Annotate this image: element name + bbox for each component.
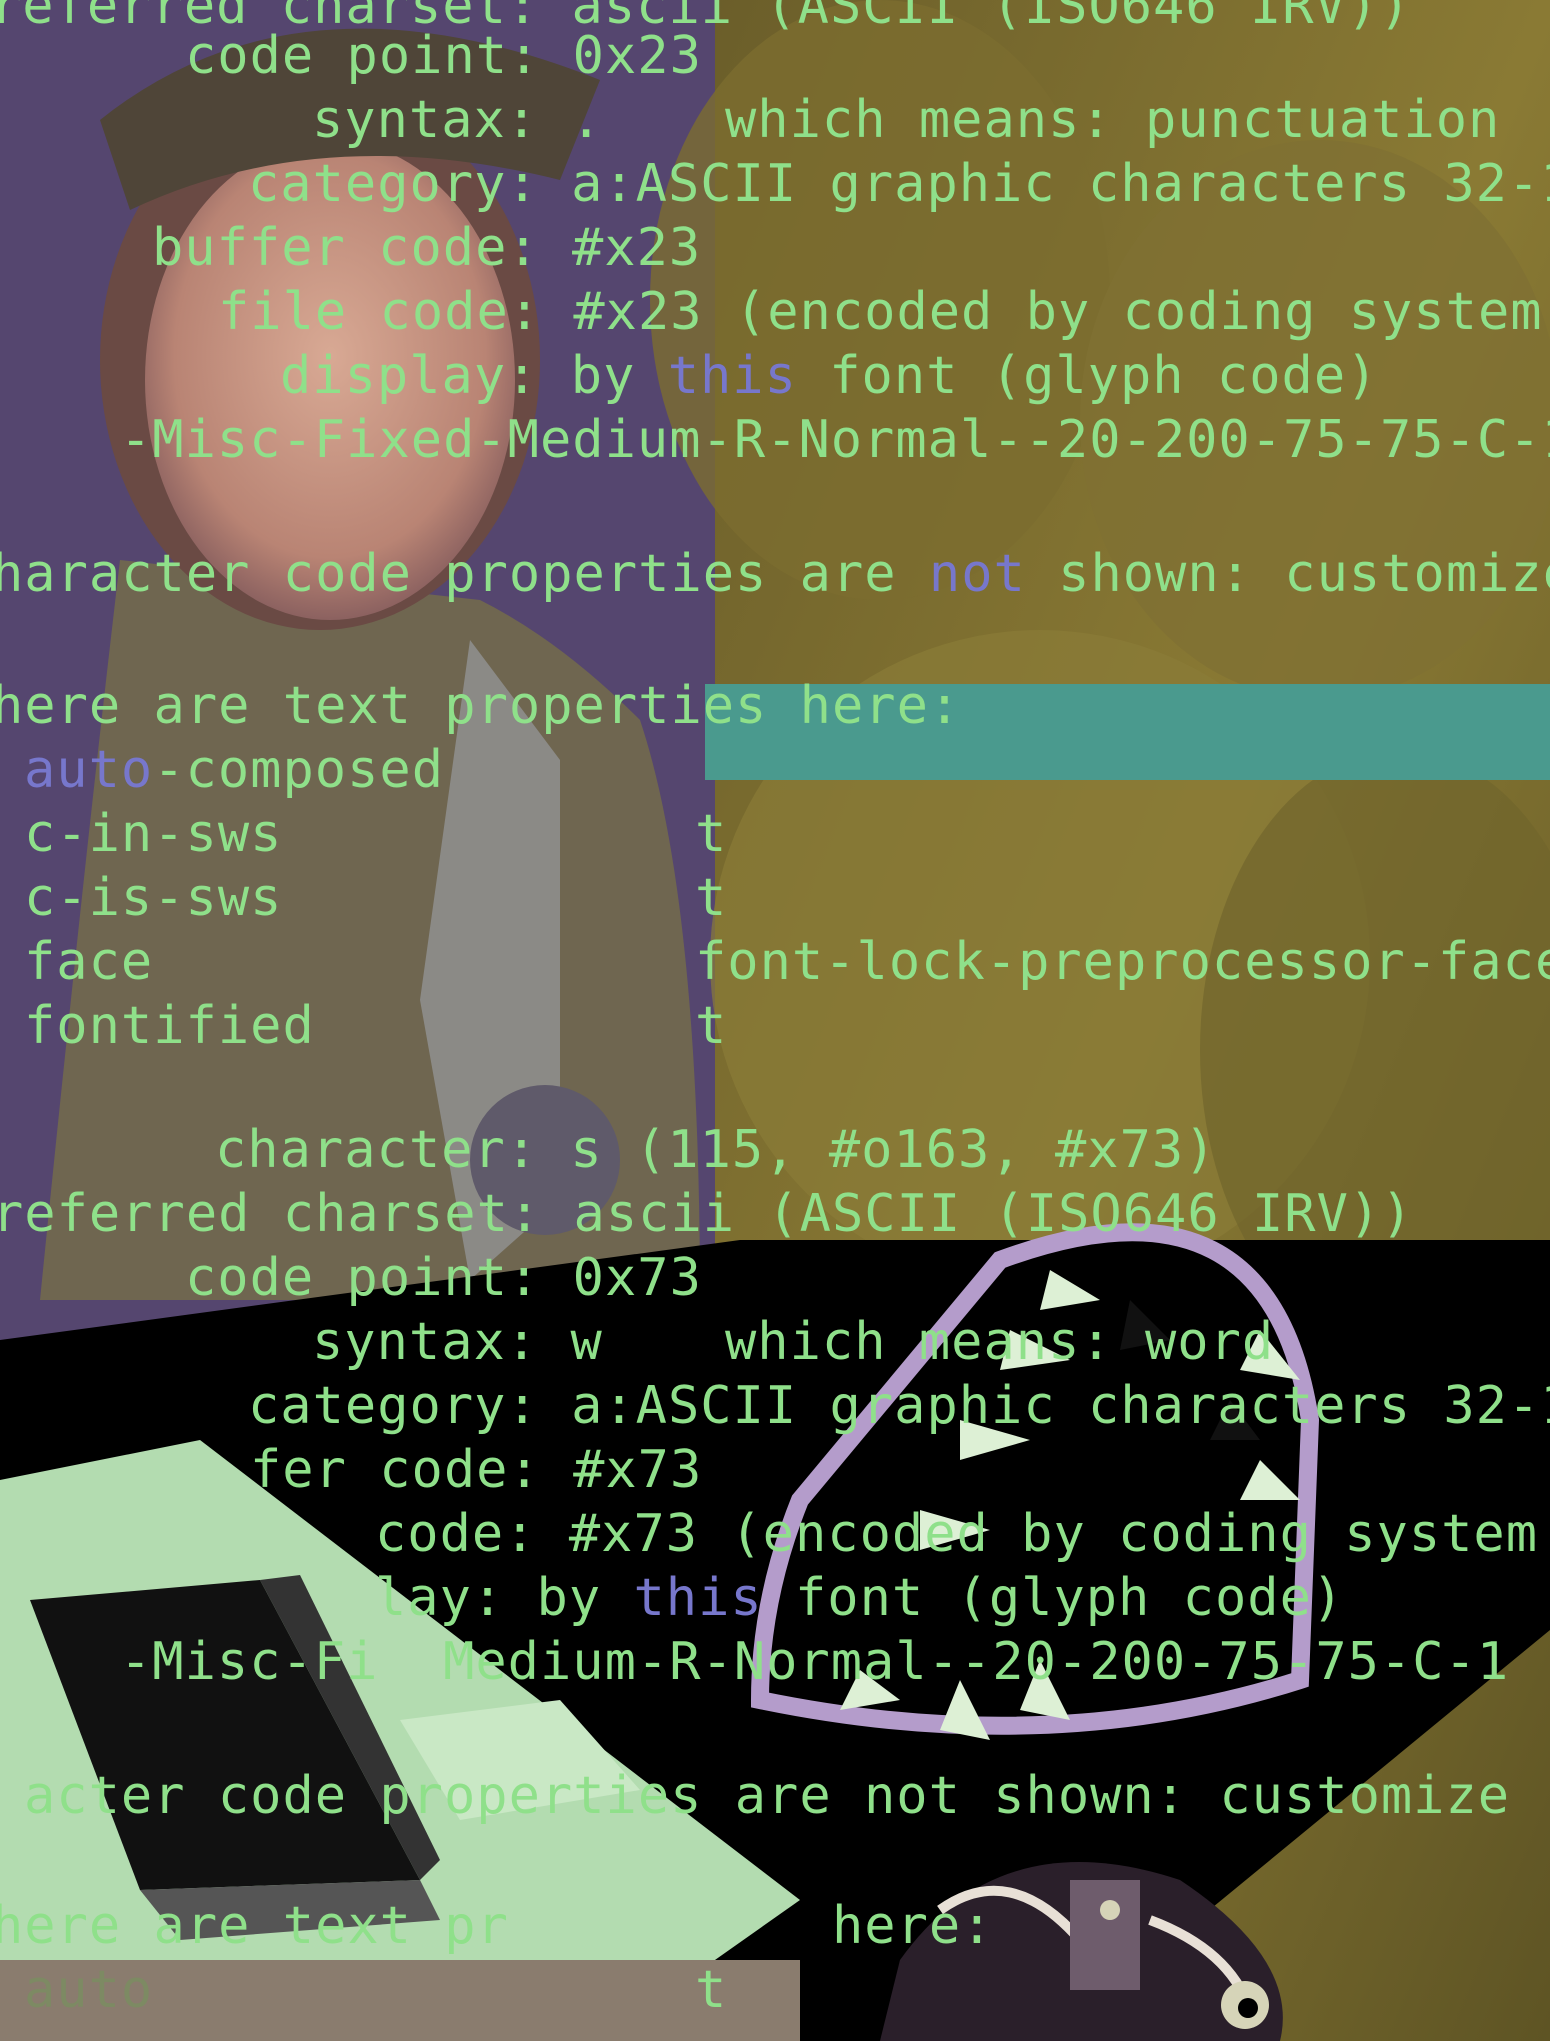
text-line: auto-composed: [24, 744, 444, 796]
text-line: syntax: w: [312, 1312, 603, 1372]
text-segment: font (glyph code): [796, 346, 1379, 406]
text-line: face: [24, 932, 154, 992]
text-line: character: s (115, #o163, #x73): [215, 1120, 1217, 1180]
text-line: haracter code properties are not shown: …: [0, 548, 1550, 600]
text-line: acter code properties are not shown: cus…: [24, 1766, 1511, 1826]
text-line: auto: [24, 1960, 154, 2020]
text-line: code point: 0x23: [185, 26, 702, 86]
text-segment: shown: customize: [1025, 544, 1550, 604]
text-line: -Misc-Fixed-Medium-R-Normal--20-200-75-7…: [120, 410, 1550, 470]
text-line: t: [695, 804, 728, 864]
text-line: buffer code: #x23: [152, 218, 702, 278]
highlight-word: auto: [24, 740, 154, 800]
text-line: referred charset: ascii (ASCII (ISO646 I…: [0, 1184, 1414, 1244]
text-line: t: [695, 868, 728, 928]
text-line: display: by this font (glyph code): [280, 350, 1378, 402]
text-line: which means: punctuation: [725, 90, 1501, 150]
text-line: category: a:ASCII graphic characters 32-…: [248, 154, 1550, 214]
text-line: font-lock-preprocessor-face: [695, 932, 1550, 992]
text-line: code: #x73 (encoded by coding system: [375, 1504, 1539, 1564]
text-line: file code: #x23 (encoded by coding syste…: [218, 282, 1543, 342]
text-line: fer code: #x73: [250, 1440, 703, 1500]
text-line: category: a:ASCII graphic characters 32-…: [248, 1376, 1550, 1436]
text-line: c-in-sws: [24, 804, 283, 864]
highlight-word: this: [633, 1568, 763, 1628]
terminal-text-overlay: referred charset: ascii (ASCII (ISO646 I…: [0, 0, 1550, 2041]
highlight-word: not: [928, 544, 1026, 604]
text-line: code point: 0x73: [185, 1248, 702, 1308]
text-line: t: [695, 1960, 728, 2020]
text-line: -Misc-Fi Medium-R-Normal--20-200-75-75-C…: [120, 1632, 1510, 1692]
text-segment: haracter code properties are: [0, 544, 929, 604]
text-line: c-is-sws: [24, 868, 283, 928]
text-line: here are text properties here:: [0, 676, 962, 736]
text-line: which means: word: [725, 1312, 1275, 1372]
text-segment: font (glyph code): [762, 1568, 1345, 1628]
text-segment: -composed: [153, 740, 444, 800]
poster-canvas: referred charset: ascii (ASCII (ISO646 I…: [0, 0, 1550, 2041]
text-line: lay: by this font (glyph code): [375, 1572, 1344, 1624]
text-line: t: [695, 996, 728, 1056]
highlight-word: this: [667, 346, 797, 406]
text-line: syntax: .: [312, 90, 603, 150]
text-segment: display: by: [280, 346, 668, 406]
text-segment: lay: by: [375, 1568, 634, 1628]
text-line: fontified: [24, 996, 315, 1056]
text-line: here are text pr here:: [0, 1896, 994, 1956]
